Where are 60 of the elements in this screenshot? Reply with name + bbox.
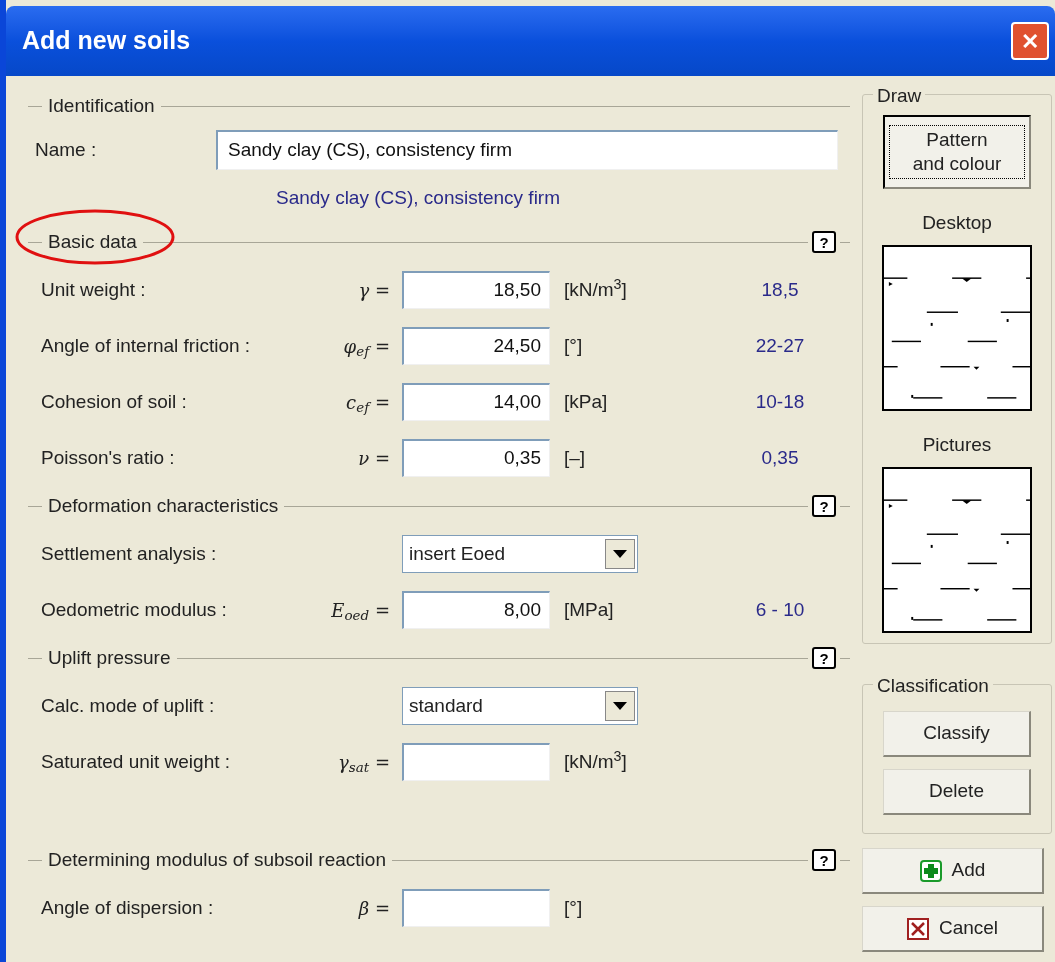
field-label: Angle of internal friction : [40, 333, 252, 358]
unit-label: [°] [564, 334, 583, 356]
help-button[interactable]: ? [812, 231, 836, 253]
preview-label: Pictures [922, 432, 992, 457]
input-field[interactable] [402, 743, 550, 781]
range-value: 22-27 [755, 333, 805, 358]
field-label: Poisson's ratio : [40, 445, 176, 470]
unit-label: [–] [564, 446, 586, 468]
symbol-label: β = [358, 896, 390, 921]
unit-label: [MPa] [564, 598, 614, 620]
input-field[interactable]: 18,50 [402, 271, 550, 309]
range-value: 6 - 10 [755, 597, 805, 622]
field-label: Calc. mode of uplift : [40, 693, 216, 718]
section-title: Identification [47, 93, 156, 118]
field-label: Oedometric modulus : [40, 597, 228, 622]
plus-icon [919, 859, 942, 882]
range-value: 0,35 [761, 445, 799, 470]
section-title: Determining modulus of subsoil reaction [47, 847, 387, 872]
field-label: Angle of dispersion : [40, 895, 215, 920]
help-button[interactable]: ? [812, 495, 836, 517]
pattern-colour-button[interactable]: Pattern and colour [883, 115, 1031, 189]
window-title: Add new soils [22, 25, 191, 57]
unit-label: [kN/m$^{3}$] [564, 750, 627, 772]
symbol-label: ν = [358, 446, 390, 471]
classification-button[interactable]: Delete [883, 769, 1031, 815]
unit-label: [°] [564, 896, 583, 918]
field-label: Settlement analysis : [40, 541, 218, 566]
range-value: 18,5 [761, 277, 799, 302]
section-title: Uplift pressure [47, 645, 172, 670]
field-label: Unit weight : [40, 277, 147, 302]
dropdown[interactable]: standard [402, 687, 638, 725]
input-field[interactable]: 0,35 [402, 439, 550, 477]
classification-button[interactable]: Classify [883, 711, 1031, 757]
help-button[interactable]: ? [812, 849, 836, 871]
input-field[interactable]: Sandy clay (CS), consistency firm [216, 130, 838, 170]
preview-label: Desktop [922, 210, 992, 235]
name-preview: Sandy clay (CS), consistency firm [276, 185, 561, 210]
field-label: Saturated unit weight : [40, 749, 232, 774]
symbol-label: φ$_{ef}$ = [343, 334, 390, 360]
symbol-label: γ = [358, 278, 390, 303]
cancel-button[interactable]: Cancel [862, 906, 1044, 952]
close-icon [906, 917, 929, 940]
dropdown[interactable]: insert Eoed [402, 535, 638, 573]
add-button[interactable]: Add [862, 848, 1044, 894]
help-button[interactable]: ? [812, 647, 836, 669]
unit-label: [kN/m$^{3}$] [564, 278, 627, 300]
unit-label: [kPa] [564, 390, 608, 412]
input-field[interactable]: 14,00 [402, 383, 550, 421]
section-title: Basic data [47, 229, 138, 254]
input-field[interactable]: 8,00 [402, 591, 550, 629]
field-label: Name : [34, 137, 98, 162]
input-field[interactable]: 24,50 [402, 327, 550, 365]
input-field[interactable] [402, 889, 550, 927]
close-button[interactable]: ✕ [1011, 22, 1049, 60]
section-title: Deformation characteristics [47, 493, 280, 518]
range-value: 10-18 [755, 389, 805, 414]
symbol-label: γ$_{sat}$ = [338, 750, 390, 776]
symbol-label: E$_{oed}$ = [331, 598, 390, 624]
symbol-label: c$_{ef}$ = [346, 390, 390, 416]
field-label: Cohesion of soil : [40, 389, 188, 414]
